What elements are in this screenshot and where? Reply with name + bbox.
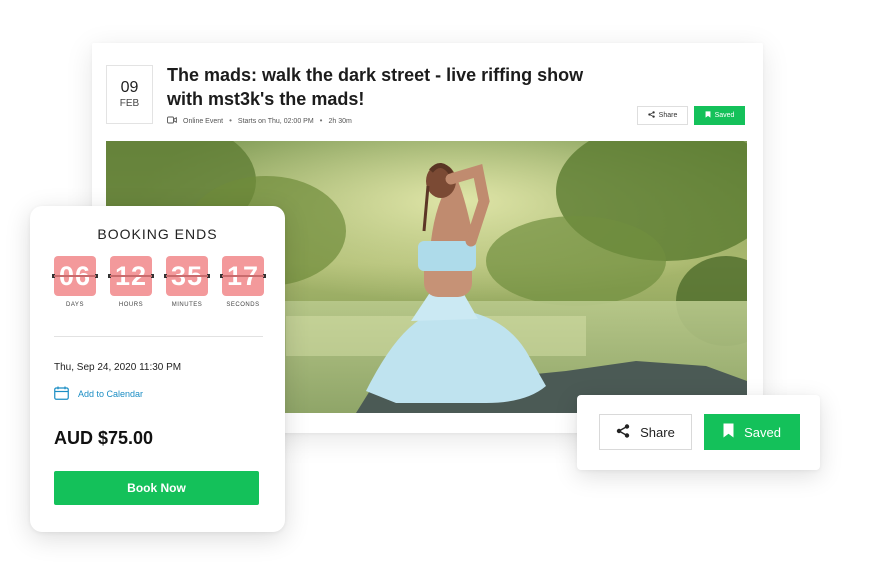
event-start-time: Starts on Thu, 02:00 PM	[237, 117, 314, 125]
countdown-hours: 12 HOURS	[108, 256, 154, 308]
event-duration: 2h 30m	[328, 117, 352, 125]
countdown-value: 06	[52, 256, 98, 296]
event-date-box: 09 FEB	[106, 65, 153, 124]
countdown-value: 35	[164, 256, 210, 296]
saved-label: Saved	[744, 424, 781, 440]
booking-card: BOOKING ENDS 06 DAYS 12 HOURS 35 MINUTES…	[30, 206, 285, 532]
share-label: Share	[640, 424, 675, 440]
event-actions: Share Saved	[637, 106, 745, 125]
meta-separator: •	[229, 116, 232, 125]
saved-button-small[interactable]: Saved	[694, 106, 745, 125]
event-date-day: 09	[120, 79, 139, 96]
event-meta: Online Event • Starts on Thu, 02:00 PM •…	[167, 115, 352, 127]
countdown-value: 12	[108, 256, 154, 296]
countdown-seconds: 17 SECONDS	[220, 256, 266, 308]
countdown-label: MINUTES	[171, 302, 203, 308]
countdown-label: SECONDS	[226, 302, 260, 308]
share-icon	[616, 423, 630, 441]
saved-label-small: Saved	[714, 112, 735, 119]
countdown-minutes: 35 MINUTES	[164, 256, 210, 308]
video-camera-icon	[167, 116, 177, 126]
add-to-calendar-link[interactable]: Add to Calendar	[54, 386, 143, 402]
countdown-days: 06 DAYS	[52, 256, 98, 308]
bookmark-icon	[723, 423, 734, 441]
share-button[interactable]: Share	[599, 414, 692, 450]
saved-button[interactable]: Saved	[704, 414, 800, 450]
share-label-small: Share	[658, 112, 678, 119]
booking-date: Thu, Sep 24, 2020 11:30 PM	[54, 362, 182, 373]
event-date-month: FEB	[119, 98, 140, 109]
divider	[54, 336, 263, 337]
calendar-icon	[54, 386, 69, 402]
countdown-value: 17	[220, 256, 266, 296]
share-icon	[647, 111, 655, 120]
booking-title: BOOKING ENDS	[97, 226, 218, 242]
ticket-price: AUD $75.00	[54, 428, 154, 448]
countdown-label: HOURS	[118, 302, 144, 308]
meta-separator: •	[319, 116, 323, 125]
book-now-button[interactable]: Book Now	[54, 471, 259, 505]
share-button-small[interactable]: Share	[637, 106, 688, 125]
countdown-timer: 06 DAYS 12 HOURS 35 MINUTES 17 SECONDS	[52, 256, 266, 308]
event-type: Online Event	[183, 117, 224, 125]
add-to-calendar-label: Add to Calendar	[78, 389, 144, 399]
event-title: The mads: walk the dark street - live ri…	[167, 65, 584, 109]
bookmark-icon	[705, 111, 711, 120]
share-save-card: Share Saved	[577, 395, 820, 470]
countdown-label: DAYS	[66, 302, 84, 308]
